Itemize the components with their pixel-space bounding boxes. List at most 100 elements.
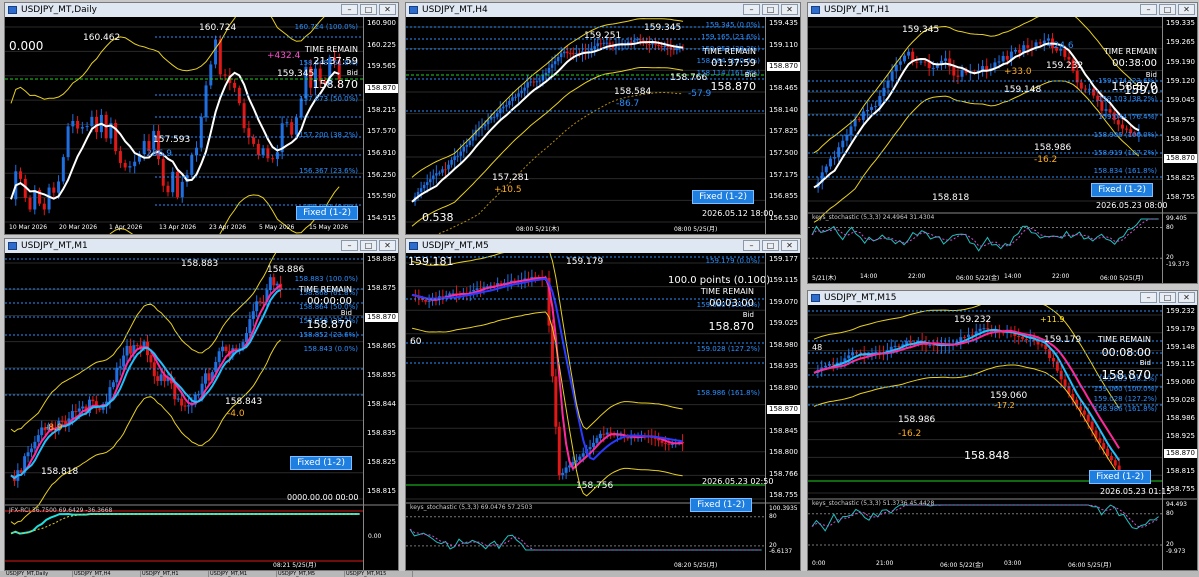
price-axis-label: 158.844 bbox=[367, 400, 396, 408]
candle bbox=[526, 82, 529, 88]
side-number: 60 bbox=[410, 337, 422, 347]
fixed-range-button[interactable]: Fixed (1-2) bbox=[1091, 183, 1153, 197]
chart-tab[interactable]: USDJPY_MT,H1 bbox=[142, 571, 209, 577]
window-titlebar[interactable]: USDJPY_MT,H1 – □ ✕ bbox=[808, 3, 1197, 17]
close-button[interactable]: ✕ bbox=[781, 240, 798, 251]
window-titlebar[interactable]: USDJPY_MT,Daily – □ ✕ bbox=[5, 3, 398, 17]
fixed-range-button[interactable]: Fixed (1-2) bbox=[296, 206, 358, 220]
candle bbox=[541, 75, 545, 81]
maximize-button[interactable]: □ bbox=[762, 240, 779, 251]
candle bbox=[1040, 344, 1044, 346]
maximize-button[interactable]: □ bbox=[1159, 4, 1176, 15]
fibo-level-label: 158.843 (0.0%) bbox=[303, 345, 358, 353]
chart-tab[interactable]: USDJPY_MT,M5 bbox=[278, 571, 345, 577]
candle bbox=[462, 146, 466, 152]
chart-tab[interactable]: USDJPY_MT,M15 bbox=[346, 571, 413, 577]
price-axis[interactable]: 159.435 159.110 158.870 158.465 158.140 157.8… bbox=[765, 17, 800, 234]
price-axis[interactable]: 159.177 159.115 159.070 159.025 158.980 158.9… bbox=[765, 253, 800, 570]
chart-window-m15[interactable]: USDJPY_MT,M15 – □ ✕ 48 159.232 +11.9 159.17… bbox=[807, 290, 1198, 571]
candle bbox=[424, 299, 428, 302]
candle bbox=[1048, 349, 1052, 358]
candle bbox=[118, 366, 122, 368]
candle bbox=[861, 111, 865, 120]
candle bbox=[1082, 410, 1086, 415]
candle bbox=[1017, 335, 1021, 337]
minimize-button[interactable]: – bbox=[1140, 292, 1157, 303]
chart-window-m5[interactable]: USDJPY_MT,M5 – □ ✕ 159.181 159.179 100.0 p… bbox=[405, 238, 801, 571]
chart-area[interactable]: 159.251 159.345 158.766 158.584 -86.7 -57.9 15… bbox=[406, 17, 800, 234]
maximize-button[interactable]: □ bbox=[360, 240, 377, 251]
candle bbox=[944, 58, 948, 61]
window-titlebar[interactable]: USDJPY_MT,M1 – □ ✕ bbox=[5, 239, 398, 253]
candle bbox=[98, 408, 102, 410]
minimize-button[interactable]: – bbox=[341, 4, 358, 15]
window-titlebar[interactable]: USDJPY_MT,M15 – □ ✕ bbox=[808, 291, 1197, 305]
chart-window-icon bbox=[409, 242, 418, 250]
chart-area[interactable]: 159.345 +24.6 +33.0 159.232 159.148 158.986 -1… bbox=[808, 17, 1197, 283]
price-axis-label: 158.845 bbox=[769, 426, 798, 435]
time-axis-label: 08:20 5/25(月) bbox=[674, 562, 718, 569]
price-axis-label: 158.885 bbox=[367, 255, 396, 263]
chart-window-h4[interactable]: USDJPY_MT,H4 – □ ✕ 159.251 159.345 158.766… bbox=[405, 2, 801, 235]
time-axis-label: 06:00 5/22(金) bbox=[956, 275, 1000, 282]
candle bbox=[91, 399, 95, 402]
close-button[interactable]: ✕ bbox=[1178, 4, 1195, 15]
fixed-range-button[interactable]: Fixed (1-2) bbox=[1089, 470, 1151, 484]
candle bbox=[559, 53, 563, 58]
chart-area[interactable]: 158.883 158.886 158.843 -4.0 158.818 -8.9 158.… bbox=[5, 253, 398, 570]
chart-tab[interactable]: USDJPY_MT,Daily bbox=[6, 571, 73, 577]
chart-area[interactable]: 159.181 159.179 100.0 points (0.100) 60 158.… bbox=[406, 253, 800, 570]
minimize-button[interactable]: – bbox=[1140, 4, 1157, 15]
minimize-button[interactable]: – bbox=[341, 240, 358, 251]
candle bbox=[285, 122, 289, 124]
minimize-button[interactable]: – bbox=[743, 4, 760, 15]
window-title: USDJPY_MT,H1 bbox=[824, 5, 890, 15]
close-button[interactable]: ✕ bbox=[379, 4, 396, 15]
chart-window-m1[interactable]: USDJPY_MT,M1 – □ ✕ 158.883 158.886 158.843… bbox=[4, 238, 399, 571]
chart-area[interactable]: 0.000 160.462 160.724 +432.4 159.345 157.593 -… bbox=[5, 17, 398, 234]
candle bbox=[444, 169, 447, 171]
price-axis-label: 158.855 bbox=[367, 371, 396, 379]
chart-tab[interactable]: USDJPY_MT,M1 bbox=[210, 571, 277, 577]
candle bbox=[893, 345, 897, 347]
minimize-button[interactable]: – bbox=[743, 240, 760, 251]
close-button[interactable]: ✕ bbox=[379, 240, 396, 251]
price-label: 158.886 bbox=[267, 265, 305, 275]
candle bbox=[268, 277, 272, 290]
candle bbox=[271, 158, 275, 160]
candle bbox=[176, 398, 180, 400]
candle bbox=[845, 134, 849, 141]
crosshair-date-label: 2026.05.23 01:15 bbox=[1100, 487, 1172, 496]
price-axis[interactable]: 160.900 160.225 159.565 158.870 158.215 157.5… bbox=[363, 17, 398, 234]
fixed-range-button[interactable]: Fixed (1-2) bbox=[290, 456, 352, 470]
candle bbox=[252, 137, 256, 144]
fixed-range-button[interactable]: Fixed (1-2) bbox=[690, 498, 752, 512]
current-price-marker: 158.870 bbox=[365, 313, 398, 322]
window-title: USDJPY_MT,M1 bbox=[21, 241, 88, 251]
price-axis[interactable]: 158.885 158.875 158.870 158.865 158.855 158.8… bbox=[363, 253, 398, 570]
maximize-button[interactable]: □ bbox=[360, 4, 377, 15]
chart-area[interactable]: 48 159.232 +11.9 159.179 159.060 -17.2 158.986… bbox=[808, 305, 1197, 570]
chart-window-h1[interactable]: USDJPY_MT,H1 – □ ✕ 159.345 +24.6 +33.0 159.… bbox=[807, 2, 1198, 284]
big-price-label: 159.0 bbox=[1124, 83, 1159, 97]
window-titlebar[interactable]: USDJPY_MT,M5 – □ ✕ bbox=[406, 239, 800, 253]
window-titlebar[interactable]: USDJPY_MT,H4 – □ ✕ bbox=[406, 3, 800, 17]
candle bbox=[419, 188, 423, 192]
candle bbox=[214, 39, 218, 65]
rci-line bbox=[10, 512, 360, 535]
candle bbox=[520, 90, 523, 94]
close-button[interactable]: ✕ bbox=[1178, 292, 1195, 303]
price-axis[interactable]: 159.335 159.265 159.190 159.120 159.045 158.9… bbox=[1162, 17, 1197, 283]
candle bbox=[605, 432, 609, 435]
time-remain-value: 21:37:59 bbox=[313, 56, 358, 67]
candle bbox=[1014, 49, 1018, 52]
price-label: 159.179 bbox=[1044, 335, 1082, 345]
chart-window-daily[interactable]: USDJPY_MT,Daily – □ ✕ 0.000 160.462 160.72… bbox=[4, 2, 399, 235]
candle bbox=[195, 147, 199, 156]
maximize-button[interactable]: □ bbox=[762, 4, 779, 15]
chart-tab[interactable]: USDJPY_MT,H4 bbox=[74, 571, 141, 577]
close-button[interactable]: ✕ bbox=[781, 4, 798, 15]
maximize-button[interactable]: □ bbox=[1159, 292, 1176, 303]
price-axis[interactable]: 159.232 159.179 159.148 159.115 159.060 159.0… bbox=[1162, 305, 1197, 570]
fixed-range-button[interactable]: Fixed (1-2) bbox=[692, 190, 754, 204]
